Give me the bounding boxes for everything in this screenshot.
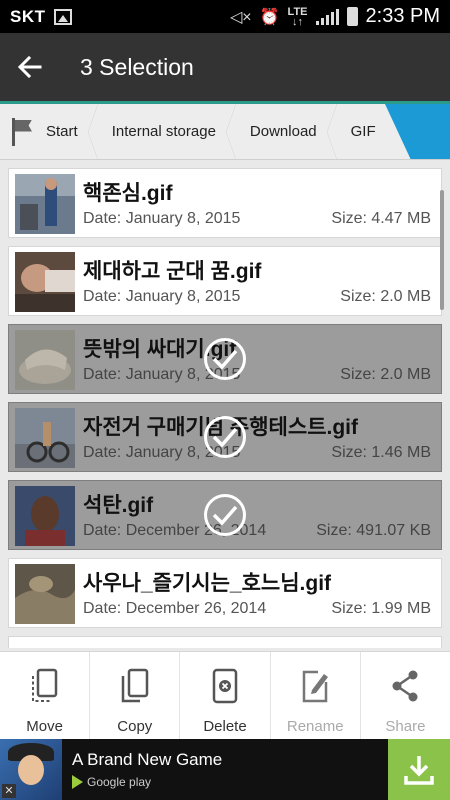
file-name: 사우나_즐기시는_호느님.gif [83,572,332,595]
clock: 2:33 PM [365,5,440,27]
file-size: Size: 4.47 MB [331,210,431,227]
rename-label: Rename [286,718,344,735]
file-date: Date: January 8, 2015 [83,288,241,305]
breadcrumb: Start Internal storage Download GIF [0,101,450,160]
file-thumbnail [15,408,75,468]
breadcrumb-label: Internal storage [111,123,216,140]
arrow-back-icon [18,56,42,78]
breadcrumb-label: Download [249,123,317,140]
file-item[interactable]: 제대하고 군대 꿈.gif Date: January 8, 2015 Size… [8,246,442,316]
file-item[interactable]: 사우나_즐기시는_호느님.gif Date: December 26, 2014… [8,558,442,628]
rename-icon [302,670,329,703]
copy-label: Copy [117,718,153,735]
file-name: 제대하고 군대 꿈.gif [83,260,262,283]
share-icon [392,670,418,702]
mute-icon: ◁× [229,8,252,26]
file-info: 제대하고 군대 꿈.gif Date: January 8, 2015 Size… [83,247,441,315]
delete-icon [212,668,238,704]
file-size: Size: 1.99 MB [331,600,431,617]
move-button[interactable]: Move [0,652,91,739]
file-name: 핵존심.gif [83,182,173,205]
file-item-selected[interactable]: 석탄.gif Date: December 26, 2014 Size: 491… [8,480,442,550]
alarm-icon: ⏰ [259,8,280,26]
selected-check-icon [204,338,246,380]
flag-icon [10,117,34,146]
network-type: LTE ↓↑ [287,5,308,28]
gallery-notification-icon [53,8,72,25]
ad-text: A Brand New Game Google play [72,750,222,789]
battery-icon [346,7,358,26]
share-button[interactable]: Share [361,652,450,739]
ad-close-icon[interactable]: ✕ [2,784,16,798]
file-item[interactable]: 핵존심.gif Date: January 8, 2015 Size: 4.47… [8,168,442,238]
download-icon [404,755,434,785]
file-size: Size: 491.07 KB [316,522,431,539]
file-size: Size: 2.0 MB [340,288,431,305]
ad-banner[interactable]: ✕ A Brand New Game Google play [0,739,450,800]
file-item-partial[interactable] [8,636,442,648]
rename-button[interactable]: Rename [271,652,361,739]
ad-game-image: ✕ [0,739,62,800]
file-date: Date: December 26, 2014 [83,600,267,617]
delete-button[interactable]: Delete [180,652,271,739]
breadcrumb-start[interactable]: Start [0,104,98,159]
file-thumbnail [15,564,75,624]
file-thumbnail [15,252,75,312]
file-thumbnail [15,174,75,234]
file-thumbnail [15,330,75,390]
page-title: 3 Selection [80,53,194,80]
file-size: Size: 1.46 MB [331,444,431,461]
move-icon [31,668,57,702]
file-info: 핵존심.gif Date: January 8, 2015 Size: 4.47… [83,169,441,237]
file-info: 자전거 구매기념 주행테스트.gif Date: January 8, 2015… [83,403,441,471]
breadcrumb-download[interactable]: Download [236,104,337,159]
copy-icon [121,668,149,703]
file-thumbnail [15,486,75,546]
google-play-icon [72,775,83,789]
ad-store-badge: Google play [72,775,222,789]
file-item-selected[interactable]: 뜻밖의 싸대기.gif Date: January 8, 2015 Size: … [8,324,442,394]
file-item-selected[interactable]: 자전거 구매기념 주행테스트.gif Date: January 8, 2015… [8,402,442,472]
file-size: Size: 2.0 MB [340,366,431,383]
file-info: 석탄.gif Date: December 26, 2014 Size: 491… [83,481,441,549]
file-name: 석탄.gif [83,494,154,517]
selected-check-icon [204,494,246,536]
file-info: 뜻밖의 싸대기.gif Date: January 8, 2015 Size: … [83,325,441,393]
list-scrollbar[interactable] [440,190,444,310]
file-list: 핵존심.gif Date: January 8, 2015 Size: 4.47… [8,168,442,648]
ad-store-label: Google play [87,775,152,789]
breadcrumb-label: Start [46,123,78,140]
action-bar: 3 Selection [0,33,450,101]
copy-button[interactable]: Copy [90,652,181,739]
signal-icon [315,8,339,25]
share-label: Share [385,718,426,735]
selected-check-icon [204,416,246,458]
file-info: 사우나_즐기시는_호느님.gif Date: December 26, 2014… [83,559,441,627]
file-date: Date: January 8, 2015 [83,210,241,227]
bottom-toolbar: Move Copy Delete Rename Share [0,651,450,739]
status-bar: SKT ◁× ⏰ LTE ↓↑ 2:33 PM [0,0,450,33]
carrier-label: SKT [10,6,46,26]
move-label: Move [26,718,63,735]
ad-download-button[interactable] [388,739,450,800]
breadcrumb-label: GIF [350,123,376,140]
delete-label: Delete [203,718,247,735]
ad-title: A Brand New Game [72,750,223,769]
breadcrumb-internal-storage[interactable]: Internal storage [98,104,237,159]
back-button[interactable] [0,33,60,101]
